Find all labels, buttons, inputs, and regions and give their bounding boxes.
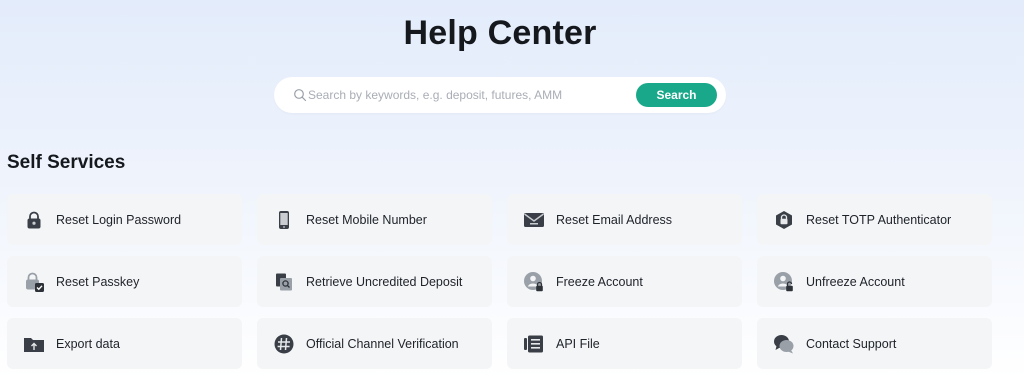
folder-upload-icon bbox=[23, 333, 45, 355]
service-label: Contact Support bbox=[806, 336, 897, 351]
self-services-grid: Reset Login Password Reset Mobile Number… bbox=[7, 194, 997, 369]
user-lock-icon bbox=[523, 271, 545, 293]
service-card-contact-support[interactable]: Contact Support bbox=[757, 318, 992, 369]
service-card-reset-login-password[interactable]: Reset Login Password bbox=[7, 194, 242, 245]
section-title: Self Services bbox=[7, 152, 126, 173]
service-label: Reset Mobile Number bbox=[306, 212, 427, 227]
user-unlock-icon bbox=[773, 271, 795, 293]
service-card-api-file[interactable]: API File bbox=[507, 318, 742, 369]
document-search-icon bbox=[273, 271, 295, 293]
page-title: Help Center bbox=[403, 14, 597, 52]
service-label: Reset Passkey bbox=[56, 274, 140, 289]
service-card-reset-email-address[interactable]: Reset Email Address bbox=[507, 194, 742, 245]
service-card-reset-passkey[interactable]: Reset Passkey bbox=[7, 256, 242, 307]
search-icon bbox=[294, 89, 307, 102]
search-bar: Search bbox=[274, 77, 726, 113]
service-label: Unfreeze Account bbox=[806, 274, 905, 289]
service-label: Retrieve Uncredited Deposit bbox=[306, 274, 463, 289]
padlock-icon bbox=[23, 209, 45, 231]
mobile-phone-icon bbox=[273, 209, 295, 231]
envelope-icon bbox=[523, 209, 545, 231]
service-card-unfreeze-account[interactable]: Unfreeze Account bbox=[757, 256, 992, 307]
service-card-official-channel-verification[interactable]: Official Channel Verification bbox=[257, 318, 492, 369]
service-card-reset-mobile-number[interactable]: Reset Mobile Number bbox=[257, 194, 492, 245]
chat-bubbles-icon bbox=[773, 333, 795, 355]
service-label: Freeze Account bbox=[556, 274, 643, 289]
service-card-reset-totp-authenticator[interactable]: Reset TOTP Authenticator bbox=[757, 194, 992, 245]
service-label: Export data bbox=[56, 336, 120, 351]
service-label: Reset Email Address bbox=[556, 212, 673, 227]
service-label: API File bbox=[556, 336, 600, 351]
service-label: Reset Login Password bbox=[56, 212, 182, 227]
service-card-freeze-account[interactable]: Freeze Account bbox=[507, 256, 742, 307]
shield-lock-icon bbox=[773, 209, 795, 231]
lock-check-icon bbox=[23, 271, 45, 293]
search-input[interactable] bbox=[308, 85, 598, 105]
hash-badge-icon bbox=[273, 333, 295, 355]
service-card-retrieve-uncredited-deposit[interactable]: Retrieve Uncredited Deposit bbox=[257, 256, 492, 307]
service-label: Official Channel Verification bbox=[306, 336, 459, 351]
service-card-export-data[interactable]: Export data bbox=[7, 318, 242, 369]
service-label: Reset TOTP Authenticator bbox=[806, 212, 952, 227]
api-file-icon bbox=[523, 333, 545, 355]
search-button[interactable]: Search bbox=[636, 83, 717, 107]
